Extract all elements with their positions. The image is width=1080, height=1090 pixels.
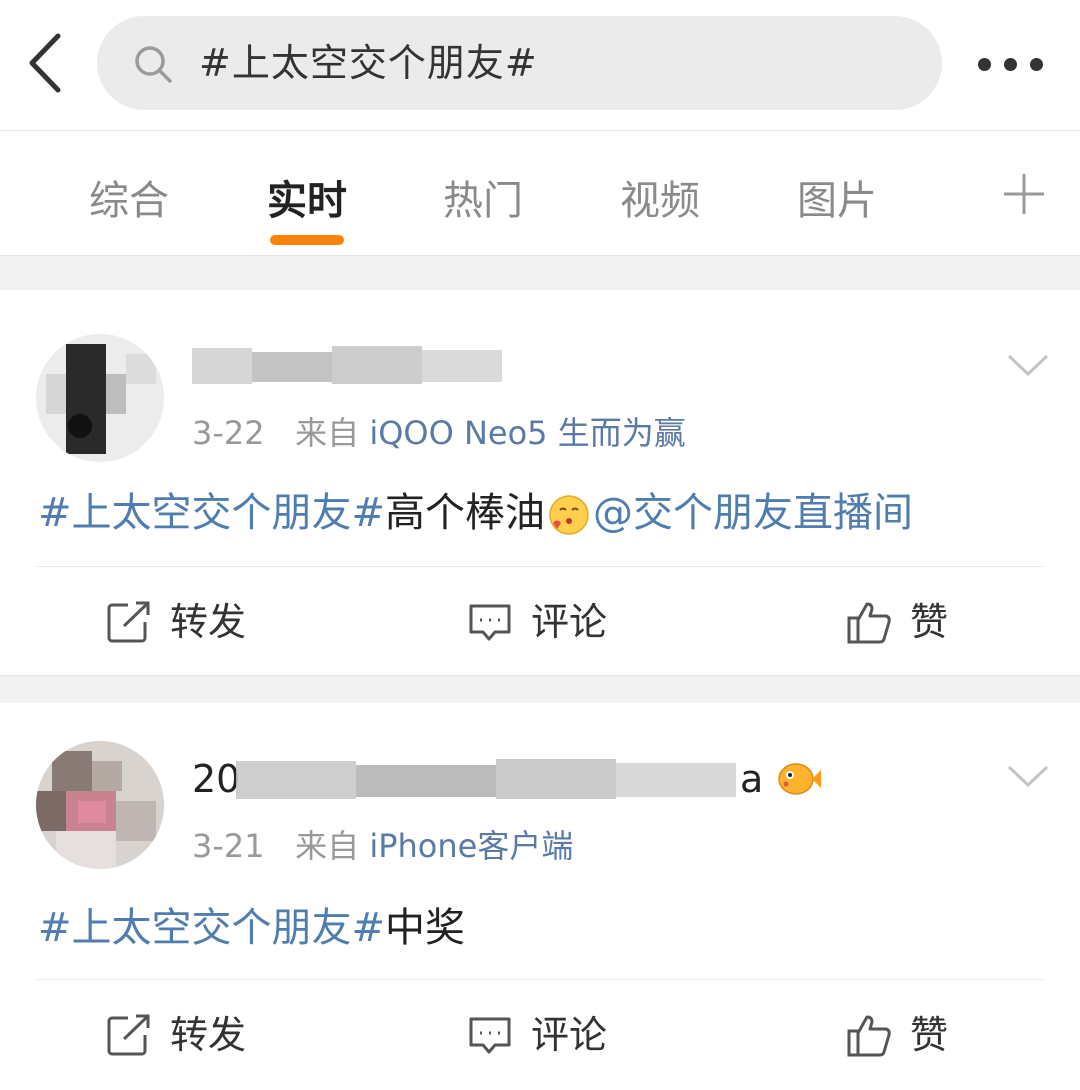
thumbs-up-icon (847, 1015, 891, 1057)
username-suffix: a (740, 757, 764, 801)
post-card: 3-22 来自 iQOO Neo5 生而为赢 #上太空交个朋友#高个棒油 @交个… (0, 290, 1080, 675)
back-arrow-icon (29, 33, 61, 93)
redaction-block (236, 761, 356, 799)
post-source[interactable]: iQOO Neo5 生而为赢 (369, 414, 685, 452)
comment-button[interactable]: 评论 (467, 592, 627, 652)
more-dot-icon (1030, 58, 1043, 71)
tab-realtime[interactable]: 实时 (258, 171, 356, 231)
redaction-block (356, 765, 496, 797)
repost-label: 转发 (170, 600, 247, 644)
pufferfish-emoji-icon (778, 763, 821, 795)
mention-link[interactable]: @交个朋友直播间 (593, 490, 913, 536)
avatar-image (36, 334, 164, 462)
kiss-emoji-icon (549, 495, 589, 535)
repost-button[interactable]: 转发 (106, 1005, 266, 1065)
hashtag-link[interactable]: #上太空交个朋友# (38, 490, 385, 536)
search-query: #上太空交个朋友# (199, 41, 538, 85)
repost-button[interactable]: 转发 (106, 592, 266, 652)
post-meta: 3-22 来自 iQOO Neo5 生而为赢 (192, 408, 686, 454)
redaction-block (496, 759, 616, 799)
more-dot-icon (978, 58, 991, 71)
post-card: 20 a 3-21 来自 iPhone客户端 #上太空交个朋友#中奖 转发 评论… (0, 703, 1080, 1090)
comment-icon (469, 604, 511, 641)
post-meta: 3-21 来自 iPhone客户端 (192, 821, 573, 867)
like-button[interactable]: 赞 (846, 592, 966, 652)
hashtag-link[interactable]: #上太空交个朋友# (38, 905, 385, 951)
tab-general[interactable]: 综合 (80, 171, 178, 231)
username-redacted[interactable] (192, 342, 512, 388)
redaction-block (252, 352, 332, 382)
repost-icon (107, 601, 150, 643)
comment-button[interactable]: 评论 (467, 1005, 627, 1065)
comment-label: 评论 (531, 1013, 608, 1057)
back-button[interactable] (22, 30, 72, 96)
chevron-down-icon[interactable] (1005, 761, 1051, 791)
divider (36, 566, 1044, 567)
repost-label: 转发 (170, 1013, 247, 1057)
post-content: #上太空交个朋友#中奖 (38, 895, 465, 953)
comment-label: 评论 (531, 600, 608, 644)
tab-hot[interactable]: 热门 (434, 171, 532, 231)
redaction-block (422, 350, 502, 382)
redaction-block (332, 346, 422, 384)
top-bar: #上太空交个朋友# (0, 0, 1080, 130)
tab-video[interactable]: 视频 (611, 171, 709, 231)
like-label: 赞 (910, 1013, 949, 1057)
search-icon (135, 46, 172, 83)
add-tab-icon[interactable] (1000, 170, 1048, 218)
tab-bar: 综合 实时 热门 视频 图片 (0, 131, 1080, 255)
post-text: 高个棒油 (385, 490, 546, 536)
like-label: 赞 (910, 600, 949, 644)
post-date: 3-22 (192, 414, 265, 452)
section-gap (0, 675, 1080, 703)
thumbs-up-icon (847, 602, 891, 644)
search-box[interactable]: #上太空交个朋友# (97, 16, 942, 110)
avatar[interactable] (36, 334, 164, 462)
username-prefix: 20 (192, 757, 241, 801)
redaction-block (192, 348, 252, 384)
username-redacted[interactable]: 20 a (192, 755, 832, 805)
tab-images[interactable]: 图片 (788, 171, 886, 231)
repost-icon (107, 1014, 150, 1056)
source-prefix: 来自 (295, 414, 360, 452)
post-text: 中奖 (385, 905, 466, 951)
post-source[interactable]: iPhone客户端 (369, 827, 573, 865)
post-date: 3-21 (192, 827, 265, 865)
more-options-button[interactable] (976, 48, 1048, 80)
avatar-image (36, 741, 164, 869)
comment-icon (469, 1017, 511, 1054)
like-button[interactable]: 赞 (846, 1005, 966, 1065)
section-gap (0, 255, 1080, 290)
avatar[interactable] (36, 741, 164, 869)
more-dot-icon (1004, 58, 1017, 71)
divider (36, 979, 1044, 980)
chevron-down-icon[interactable] (1005, 350, 1051, 380)
redaction-block (616, 763, 736, 797)
active-tab-indicator (270, 235, 344, 245)
post-content: #上太空交个朋友#高个棒油 @交个朋友直播间 (38, 480, 913, 538)
source-prefix: 来自 (295, 827, 360, 865)
